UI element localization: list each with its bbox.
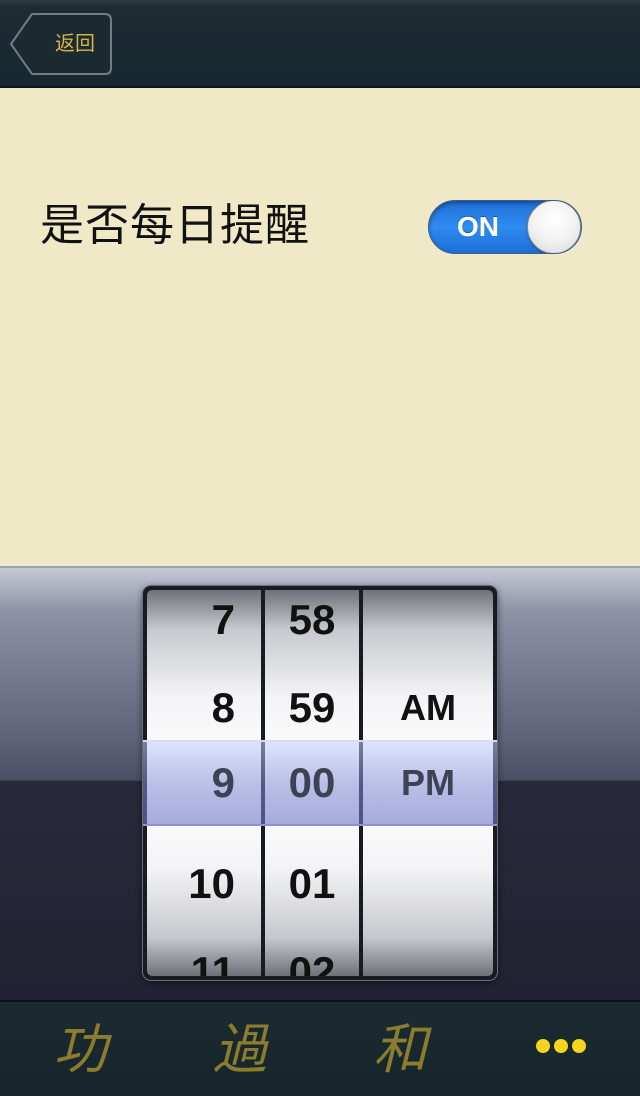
selected-minute[interactable]: 00 [265, 740, 359, 826]
hour-option[interactable]: 8 [147, 678, 261, 738]
minute-option[interactable]: 01 [265, 854, 359, 914]
tab-merit-glyph: 功 [53, 1018, 107, 1081]
minute-option[interactable]: 58 [265, 590, 359, 650]
period-option-am[interactable]: AM [363, 678, 493, 738]
tab-sum[interactable]: 和 [320, 1002, 480, 1096]
hour-option[interactable]: 10 [147, 854, 261, 914]
selected-period[interactable]: PM [363, 740, 493, 826]
navigation-bar: 返回 [0, 0, 640, 88]
daily-reminder-toggle[interactable]: ON [428, 200, 582, 254]
tab-fault-glyph: 過 [213, 1018, 267, 1081]
daily-reminder-label: 是否每日提醒 [40, 200, 310, 251]
minute-option[interactable]: 02 [265, 942, 359, 976]
settings-panel: 是否每日提醒 ON [0, 88, 640, 566]
minute-option[interactable]: 59 [265, 678, 359, 738]
tab-sum-glyph: 和 [373, 1018, 427, 1081]
toggle-state-label: ON [457, 211, 499, 242]
toggle-knob [527, 201, 581, 253]
hour-option[interactable]: 7 [147, 590, 261, 650]
selected-hour[interactable]: 9 [147, 740, 261, 826]
more-dots-icon[interactable] [536, 1038, 590, 1057]
back-button[interactable]: 返回 [10, 13, 112, 75]
tab-merit[interactable]: 功 [0, 1002, 160, 1096]
back-button-label: 返回 [55, 31, 95, 55]
tab-fault[interactable]: 過 [160, 1002, 320, 1096]
time-picker: 7 8 10 11 58 59 01 02 AM 9 00 PM [0, 566, 640, 1000]
hour-option[interactable]: 11 [147, 942, 261, 976]
